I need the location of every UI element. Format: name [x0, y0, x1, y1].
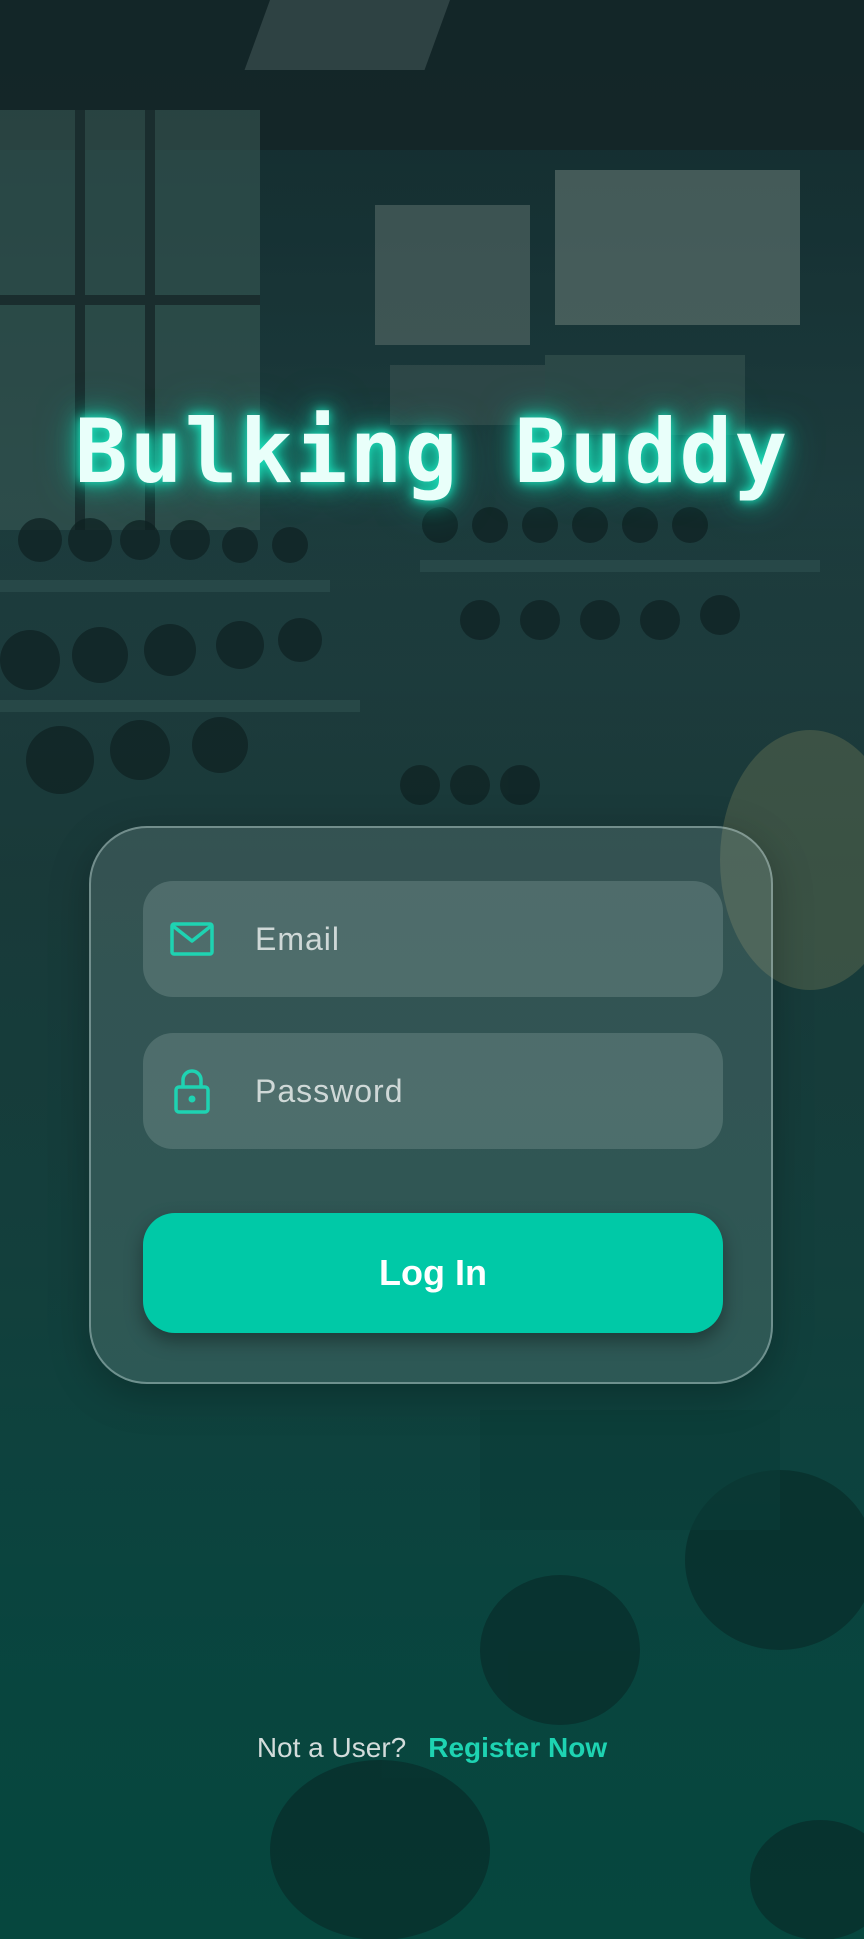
email-field[interactable]: [143, 881, 723, 997]
password-input[interactable]: [253, 1071, 677, 1111]
not-a-user-text: Not a User?: [256, 1732, 407, 1763]
login-screen: Bulking Buddy Log In Not: [0, 0, 864, 1939]
register-now-link[interactable]: Register Now: [428, 1732, 607, 1763]
login-card: Log In: [89, 826, 773, 1384]
register-prompt: Not a User? Register Now: [0, 1732, 864, 1764]
email-input[interactable]: [253, 919, 677, 959]
envelope-icon: [169, 916, 215, 962]
app-title: Bulking Buddy: [74, 400, 790, 503]
password-field[interactable]: [143, 1033, 723, 1149]
lock-icon: [169, 1068, 215, 1114]
login-button[interactable]: Log In: [143, 1213, 723, 1333]
